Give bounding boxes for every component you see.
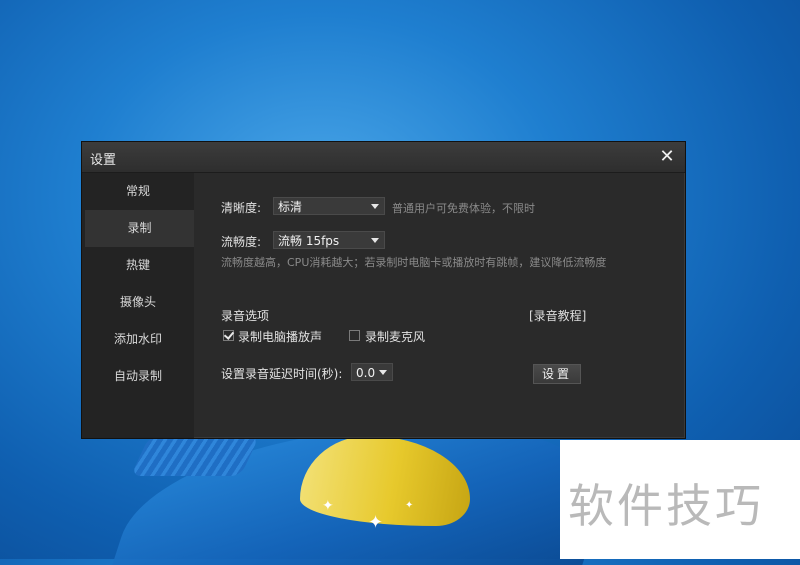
sidebar-item-general[interactable]: 常规 [82,173,194,210]
record-mic-label[interactable]: 录制麦克风 [365,328,425,345]
clarity-label: 清晰度: [221,201,262,215]
sidebar-item-record[interactable]: 录制 [85,210,194,247]
sidebar-item-watermark[interactable]: 添加水印 [82,321,194,358]
clarity-value: 标清 [278,200,303,214]
chevron-down-icon [371,238,379,243]
sparkle-icon: ✦ [368,512,384,533]
settings-sidebar: 常规 录制 热键 摄像头 添加水印 自动录制 [82,173,194,438]
clarity-hint: 普通用户可免费体验，不限时 [392,202,535,215]
sidebar-item-hotkeys[interactable]: 热键 [82,247,194,284]
record-mic-checkbox[interactable] [349,330,360,341]
sparkle-icon: ✦ [405,500,414,511]
watermark-text: 软件技巧 [568,479,764,533]
dialog-title: 设置 [90,153,117,168]
clarity-select[interactable]: 标清 [273,197,385,215]
sidebar-item-camera[interactable]: 摄像头 [82,284,194,321]
record-pc-sound-checkbox[interactable] [223,330,234,341]
audio-tutorial-link[interactable]: [录音教程] [529,307,586,324]
dialog-titlebar[interactable]: 设置 ✕ [82,142,685,173]
chevron-down-icon [379,370,387,375]
sidebar-item-auto-record[interactable]: 自动录制 [82,358,194,395]
chevron-down-icon [371,204,379,209]
audio-section-label: 录音选项 [221,309,270,323]
delay-select[interactable]: 0.0 [351,363,393,381]
close-icon[interactable]: ✕ [657,147,677,167]
fluency-label: 流畅度: [221,235,262,249]
sparkle-icon: ✦ [322,498,334,514]
watermark: 软件技巧 [560,440,800,559]
fluency-hint: 流畅度越高，CPU消耗越大；若录制时电脑卡或播放时有跳帧，建议降低流畅度 [221,256,607,269]
fluency-value: 流畅 15fps [278,234,340,248]
settings-button[interactable]: 设置 [533,364,581,384]
record-settings-panel: 清晰度: 标清 普通用户可免费体验，不限时 流畅度: 流畅 15fps 流畅度越… [194,173,685,438]
delay-label: 设置录音延迟时间(秒): [221,367,343,381]
fluency-select[interactable]: 流畅 15fps [273,231,385,249]
delay-value: 0.0 [356,366,376,380]
wallpaper-stripes [130,436,260,476]
settings-dialog: 设置 ✕ 常规 录制 热键 摄像头 添加水印 自动录制 清晰度: 标清 普通用户… [81,141,686,439]
record-pc-sound-label[interactable]: 录制电脑播放声 [238,328,322,345]
